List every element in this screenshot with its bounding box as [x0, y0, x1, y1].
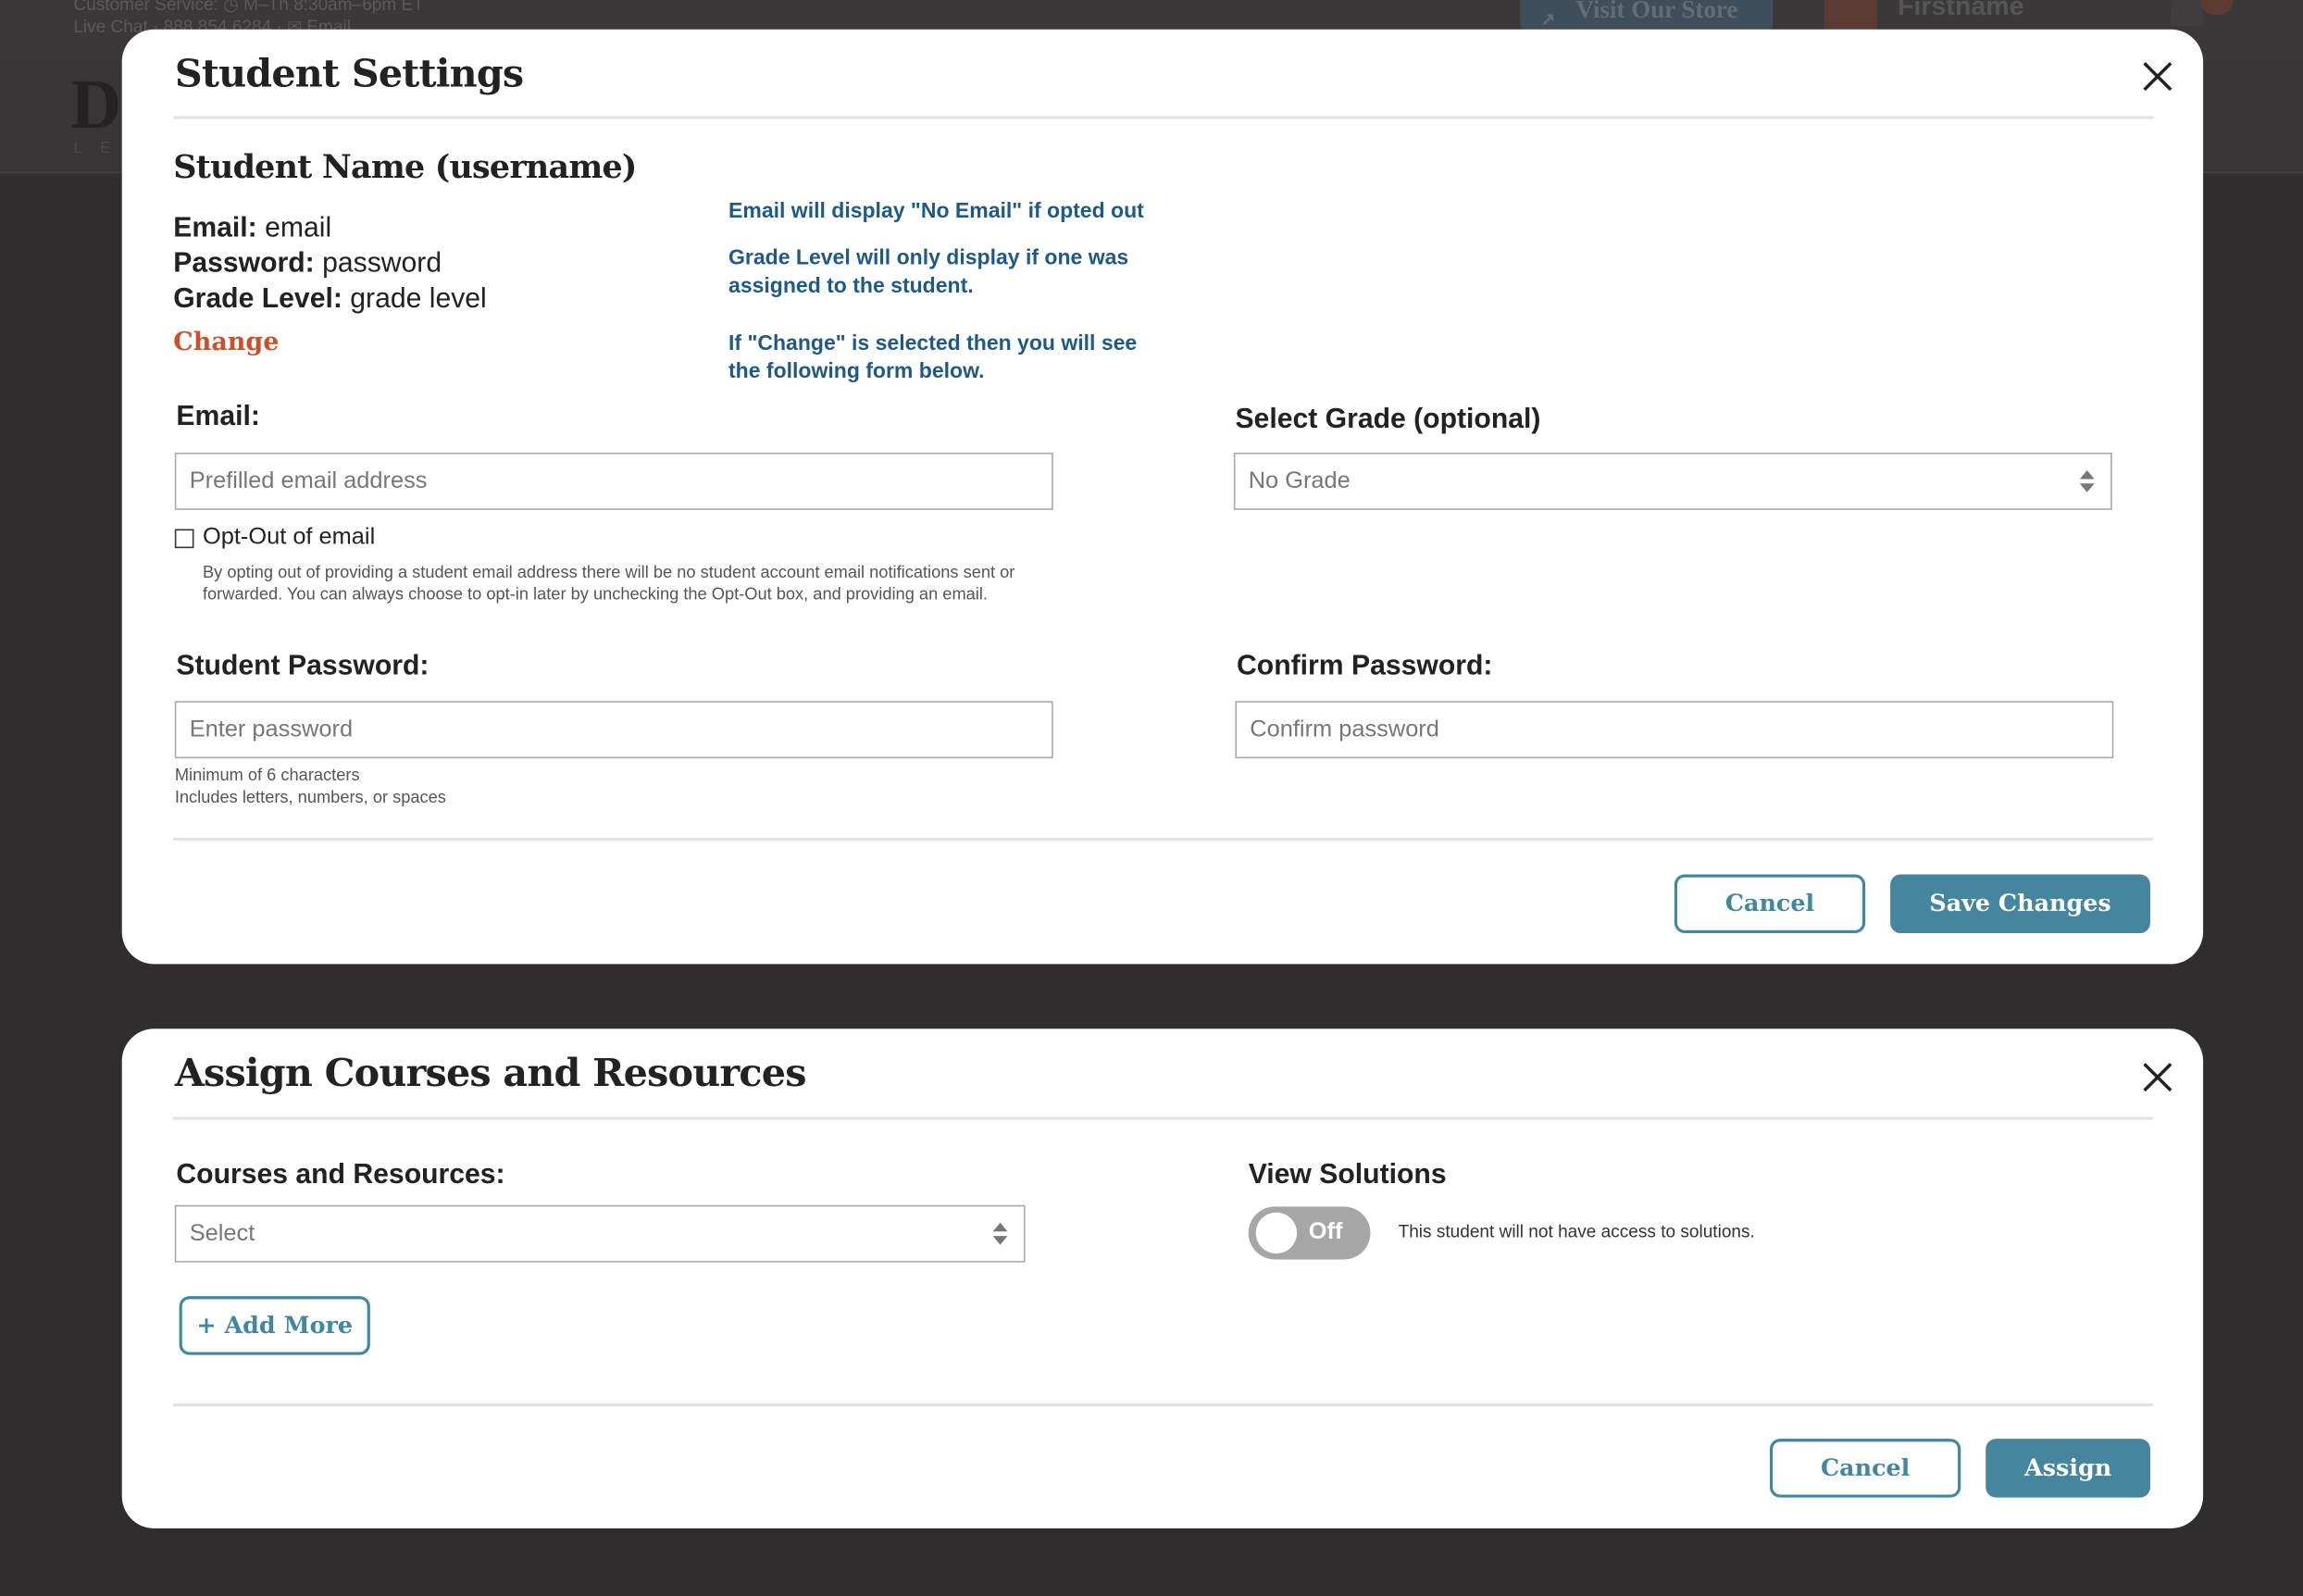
view-solutions-label: View Solutions [1248, 1159, 1447, 1191]
close-button[interactable] [2140, 58, 2175, 94]
cancel-button[interactable]: Cancel [1770, 1439, 1961, 1498]
close-button[interactable] [2140, 1060, 2175, 1095]
site-logo: D [70, 66, 122, 144]
email-field-label: Email: [176, 401, 260, 432]
select-arrows-icon [992, 1222, 1008, 1246]
footer-divider [173, 837, 2154, 842]
password-info-value: password [322, 248, 442, 280]
confirm-password-label: Confirm Password: [1237, 651, 1493, 682]
user-name: Firstname [1898, 0, 2024, 21]
site-logo-subtitle: LE [73, 139, 129, 157]
student-name: Student Name (username) [173, 148, 637, 187]
toggle-description: This student will not have access to sol… [1398, 1221, 1755, 1242]
note-change: If "Change" is selected then you will se… [728, 331, 1138, 384]
add-more-button[interactable]: + Add More [179, 1296, 370, 1355]
email-info: Email: email [173, 213, 331, 245]
title-divider [173, 116, 2154, 119]
footer-divider [173, 1403, 2154, 1407]
close-icon [2143, 1063, 2172, 1092]
modal-title: Student Settings [174, 53, 524, 97]
title-divider [173, 1116, 2154, 1120]
cancel-button[interactable]: Cancel [1674, 874, 1866, 934]
assign-button[interactable]: Assign [1986, 1439, 2150, 1498]
change-link[interactable]: Change [173, 328, 279, 357]
optout-help-text: By opting out of providing a student ema… [202, 564, 1015, 605]
password-info-label: Password: [173, 248, 315, 280]
grade-select-value: No Grade [1248, 468, 1351, 494]
grade-info: Grade Level: grade level [173, 283, 487, 316]
courses-field-label: Courses and Resources: [176, 1159, 505, 1191]
grade-info-label: Grade Level: [173, 283, 342, 315]
visit-store-label: Visit Our Store [1575, 0, 1738, 24]
email-field[interactable] [174, 452, 1053, 510]
view-solutions-toggle[interactable]: Off [1248, 1206, 1371, 1260]
email-info-label: Email: [173, 213, 257, 244]
courses-select[interactable]: Select [174, 1204, 1026, 1263]
confirm-password-field[interactable] [1235, 701, 2114, 759]
optout-checkbox[interactable] [174, 529, 194, 549]
courses-select-value: Select [189, 1221, 255, 1247]
password-help-chars: Includes letters, numbers, or spaces [174, 789, 446, 807]
note-grade: Grade Level will only display if one was… [728, 246, 1129, 299]
select-arrows-icon [2079, 469, 2095, 493]
grade-field-label: Select Grade (optional) [1235, 404, 1541, 435]
password-field[interactable] [174, 701, 1053, 759]
optout-label: Opt-Out of email [202, 524, 376, 550]
toggle-knob [1255, 1212, 1298, 1254]
close-icon [2143, 62, 2172, 92]
modal-title: Assign Courses and Resources [174, 1052, 807, 1097]
grade-select[interactable]: No Grade [1233, 452, 2112, 510]
visit-store-button: ↗ Visit Our Store [1520, 0, 1774, 30]
grade-info-value: grade level [350, 283, 487, 315]
password-field-label: Student Password: [176, 651, 429, 682]
note-email: Email will display "No Email" if opted o… [728, 199, 1144, 224]
email-info-value: email [265, 213, 332, 244]
save-changes-button[interactable]: Save Changes [1890, 874, 2150, 934]
password-info: Password: password [173, 248, 442, 281]
bell-icon [2171, 0, 2204, 27]
password-help-min: Minimum of 6 characters [174, 767, 360, 785]
customer-service-hours: Customer Service: ◷ M–Th 8:30am–6pm ET [73, 0, 424, 15]
toggle-state-text: Off [1308, 1219, 1343, 1245]
